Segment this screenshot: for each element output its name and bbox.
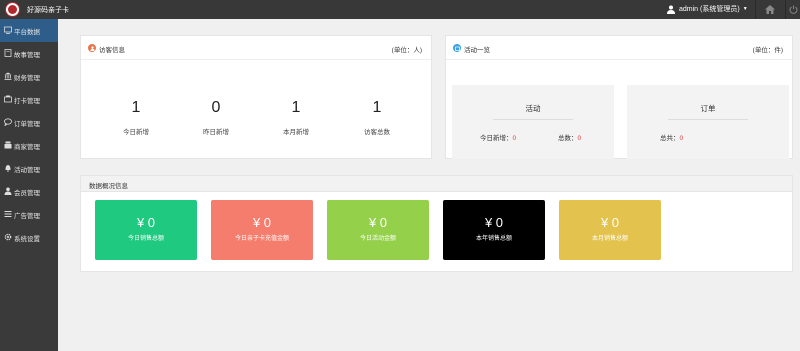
card-year-sales: ¥ 0 本年销售总额: [443, 200, 545, 260]
sidebar-item-label: 系统设置: [14, 236, 40, 243]
finance-icon: [4, 72, 12, 80]
visitor-panel: 访客信息 (单位：人) 1 今日新增 0 昨日新增 1 本月新增 1 访客总数: [80, 35, 432, 159]
sidebar-item-label: 故事管理: [14, 52, 40, 59]
card-value: ¥ 0: [600, 215, 620, 230]
logo-icon: [5, 2, 20, 17]
activity-icon: [453, 44, 461, 52]
sidebar: 平台数据 故事管理 财务管理 打卡管理 订单管理 商家管理 活动管理 会员管理 …: [0, 19, 58, 351]
sidebar-item-checkin[interactable]: 打卡管理: [0, 88, 58, 111]
sidebar-item-label: 打卡管理: [14, 98, 40, 105]
summary-panel-title: 数据概况信息: [89, 183, 128, 190]
stat-label: 今日新增: [123, 129, 149, 136]
store-icon: [4, 141, 12, 149]
stat-value: 0: [211, 99, 221, 116]
power-icon: [789, 5, 797, 14]
card-label: 本月销售总额: [591, 236, 628, 242]
order-box-title: 订单: [700, 104, 716, 113]
bell-icon: [5, 165, 11, 172]
item-label: 总数：: [558, 135, 578, 142]
visitor-icon: [88, 44, 96, 52]
divider: [493, 119, 573, 120]
sidebar-item-ads[interactable]: 广告管理: [0, 203, 58, 226]
stat-month-new: 1 本月新增: [266, 99, 326, 136]
activity-box: 活动 今日新增：0 总数：0: [452, 85, 614, 159]
stat-value: 1: [131, 99, 141, 116]
stat-value: 1: [291, 99, 301, 116]
user-menu[interactable]: admin (系统管理员) ▼: [667, 4, 748, 14]
order-total: 总共：0: [660, 132, 683, 142]
stat-value: 1: [372, 99, 382, 116]
activity-box-title: 活动: [525, 104, 541, 113]
sidebar-item-stories[interactable]: 故事管理: [0, 42, 58, 65]
sidebar-item-label: 财务管理: [14, 75, 40, 82]
item-value: 0: [679, 135, 684, 142]
user-name: admin (系统管理员): [679, 6, 740, 13]
stat-label: 昨日新增: [203, 129, 229, 136]
activity-panel-title: 活动一览: [464, 47, 490, 54]
gear-icon: [4, 233, 12, 241]
activity-total: 总数：0: [558, 132, 581, 142]
user-icon: [4, 187, 12, 195]
card-label: 本年销售总额: [475, 236, 512, 242]
chat-icon: [4, 118, 12, 126]
sidebar-item-label: 订单管理: [14, 121, 40, 128]
sidebar-item-label: 活动管理: [14, 167, 40, 174]
visitor-panel-header: 访客信息 (单位：人): [81, 36, 431, 60]
home-button[interactable]: [755, 0, 784, 19]
order-box: 订单 总共：0: [627, 85, 789, 159]
sidebar-item-orders[interactable]: 订单管理: [0, 111, 58, 134]
logout-button[interactable]: [785, 0, 800, 19]
stat-yesterday-new: 0 昨日新增: [186, 99, 246, 136]
divider: [668, 119, 748, 120]
user-icon: [667, 5, 675, 14]
card-label: 今日销售总额: [127, 236, 164, 242]
card-today-activity: ¥ 0 今日活动金额: [327, 200, 429, 260]
sidebar-item-merchants[interactable]: 商家管理: [0, 134, 58, 157]
stat-label: 本月新增: [283, 129, 309, 136]
item-value: 0: [512, 135, 517, 142]
card-today-sales: ¥ 0 今日销售总额: [95, 200, 197, 260]
card-value: ¥ 0: [136, 215, 156, 230]
sidebar-item-label: 平台数据: [14, 29, 40, 36]
list-icon: [4, 211, 12, 217]
stat-label: 访客总数: [364, 129, 390, 136]
chevron-down-icon: ▼: [742, 6, 748, 12]
card-value: ¥ 0: [252, 215, 272, 230]
card-month-sales: ¥ 0 本月销售总额: [559, 200, 661, 260]
sidebar-item-label: 商家管理: [14, 144, 40, 151]
top-bar: 好源码亲子卡 admin (系统管理员) ▼: [0, 0, 800, 19]
checkin-icon: [4, 95, 12, 103]
card-today-recharge: ¥ 0 今日亲子卡充值金额: [211, 200, 313, 260]
card-label: 今日活动金额: [359, 236, 396, 242]
item-value: 0: [577, 135, 582, 142]
sidebar-item-label: 广告管理: [14, 213, 40, 220]
brand[interactable]: 好源码亲子卡: [5, 2, 69, 17]
card-value: ¥ 0: [368, 215, 388, 230]
visitor-panel-unit: (单位：人): [391, 47, 422, 54]
home-icon: [765, 5, 775, 14]
card-value: ¥ 0: [484, 215, 504, 230]
card-label: 今日亲子卡充值金额: [234, 236, 289, 242]
sidebar-item-finance[interactable]: 财务管理: [0, 65, 58, 88]
activity-panel: 活动一览 (单位：件) 活动 今日新增：0 总数：0 订单 总共：0: [445, 35, 793, 159]
sidebar-item-settings[interactable]: 系统设置: [0, 226, 58, 249]
monitor-icon: [4, 26, 12, 34]
visitor-panel-title: 访客信息: [99, 47, 125, 54]
sidebar-item-label: 会员管理: [14, 190, 40, 197]
stat-today-new: 1 今日新增: [106, 99, 166, 136]
summary-panel-header: 数据概况信息: [81, 176, 792, 192]
item-label: 今日新增：: [480, 135, 513, 142]
sidebar-item-platform-data[interactable]: 平台数据: [0, 19, 58, 42]
activity-today-new: 今日新增：0: [480, 132, 516, 142]
stat-total-visitors: 1 访客总数: [347, 99, 407, 136]
book-icon: [4, 49, 12, 57]
brand-name: 好源码亲子卡: [27, 6, 69, 14]
sidebar-item-activities[interactable]: 活动管理: [0, 157, 58, 180]
activity-panel-unit: (单位：件): [752, 47, 783, 54]
activity-panel-header: 活动一览 (单位：件): [446, 36, 792, 60]
item-label: 总共：: [660, 135, 680, 142]
sidebar-item-members[interactable]: 会员管理: [0, 180, 58, 203]
